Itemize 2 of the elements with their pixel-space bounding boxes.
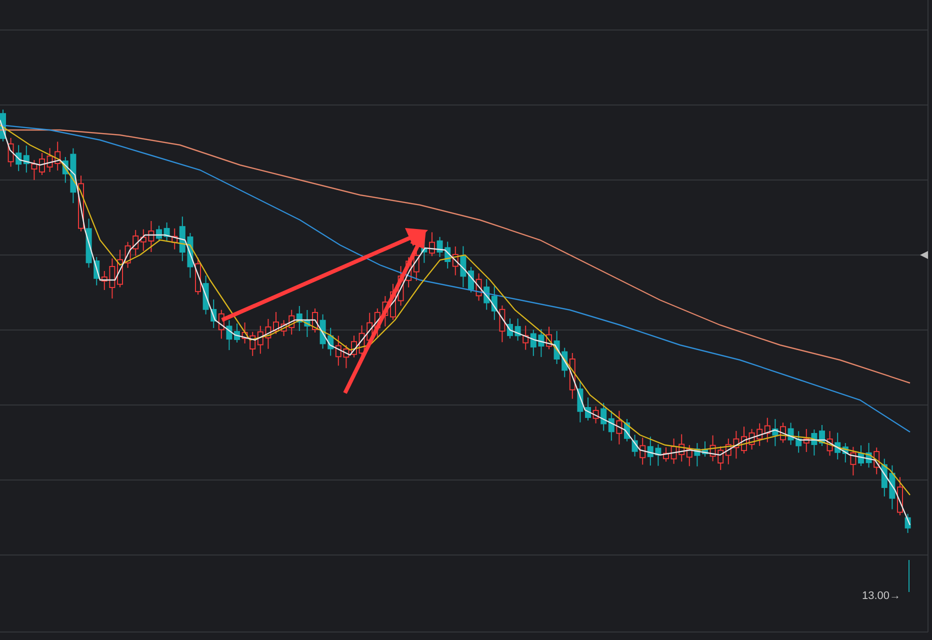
price-marker-icon xyxy=(920,251,928,259)
price-label: 13.00→ xyxy=(862,589,901,604)
